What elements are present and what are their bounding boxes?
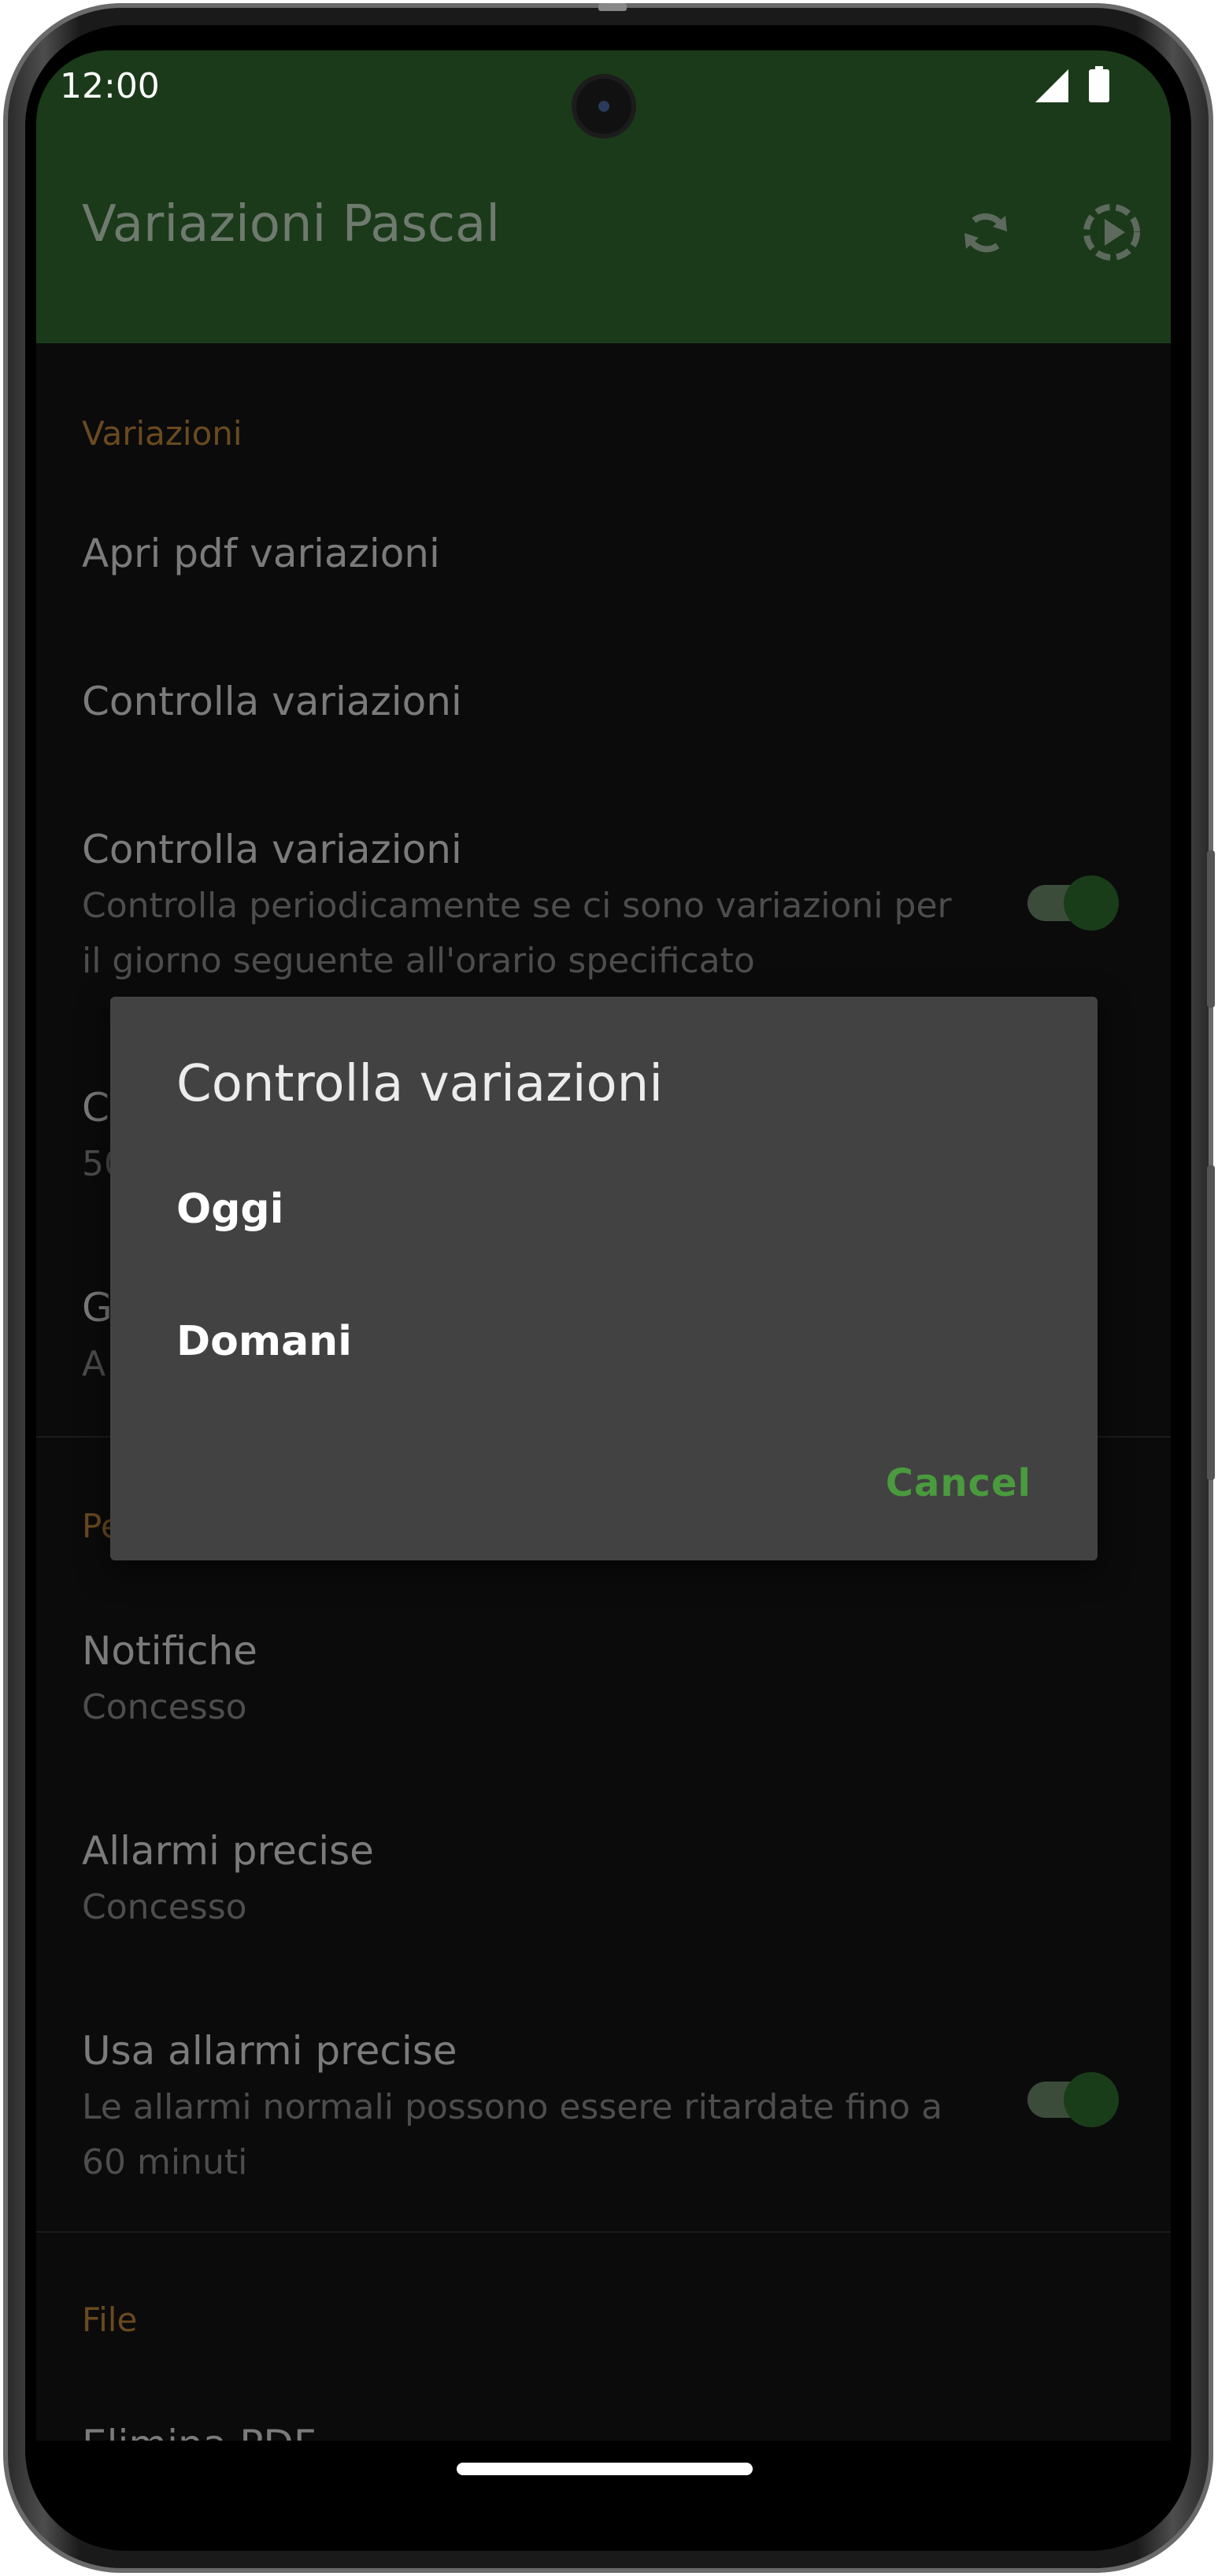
status-icons [1035,66,1109,102]
front-camera [572,74,636,139]
battery-icon [1089,66,1109,102]
section-title-variazioni: Variazioni [82,414,242,453]
app-bar: Variazioni Pascal [36,142,1171,343]
home-handle[interactable] [457,2463,753,2475]
row-allarmi-precise-subtitle: Concesso [82,1887,247,1927]
auto-play-icon[interactable] [1076,197,1147,268]
dialog-option-domani[interactable]: Domani [176,1318,352,1365]
choice-dialog: Controlla variazioni Oggi Domani Cancel [110,997,1098,1560]
row-controlla-variazioni[interactable]: Controlla variazioni [82,679,462,724]
usa-allarmi-toggle[interactable] [1027,2072,1119,2127]
app-title: Variazioni Pascal [82,195,501,254]
toggle-thumb [1064,2072,1119,2127]
row-notifiche[interactable]: Notifiche [82,1628,257,1674]
frame-detail [598,3,627,11]
row-controlla-periodica[interactable]: Controlla variazioni [82,827,462,872]
row-usa-allarmi-subtitle: Le allarmi normali possono essere ritard… [82,2087,943,2182]
row-partial-c[interactable]: C [82,1085,109,1131]
power-button [1207,850,1215,1008]
sync-icon[interactable] [950,197,1021,268]
signal-icon [1035,69,1068,102]
status-time: 12:00 [60,66,160,106]
section-title-file: File [82,2300,138,2339]
navigation-bar [36,2441,1171,2507]
row-controlla-periodica-subtitle: Controlla periodicamente se ci sono vari… [82,886,952,981]
section-divider [36,2231,1171,2233]
row-notifiche-subtitle: Concesso [82,1687,247,1727]
row-apri-pdf[interactable]: Apri pdf variazioni [82,531,440,576]
dialog-title: Controlla variazioni [176,1055,663,1113]
status-bar: 12:00 [36,50,1171,142]
row-partial-g[interactable]: G [82,1285,113,1331]
dialog-option-oggi[interactable]: Oggi [176,1186,283,1233]
row-usa-allarmi[interactable]: Usa allarmi precise [82,2028,457,2074]
toggle-thumb [1064,875,1119,931]
screen: 12:00 Variazioni Pascal Variazioni Apri … [36,50,1171,2507]
cancel-button[interactable]: Cancel [886,1461,1031,1505]
volume-button [1207,1165,1215,1480]
controlla-toggle[interactable] [1027,875,1119,931]
row-allarmi-precise[interactable]: Allarmi precise [82,1828,374,1874]
